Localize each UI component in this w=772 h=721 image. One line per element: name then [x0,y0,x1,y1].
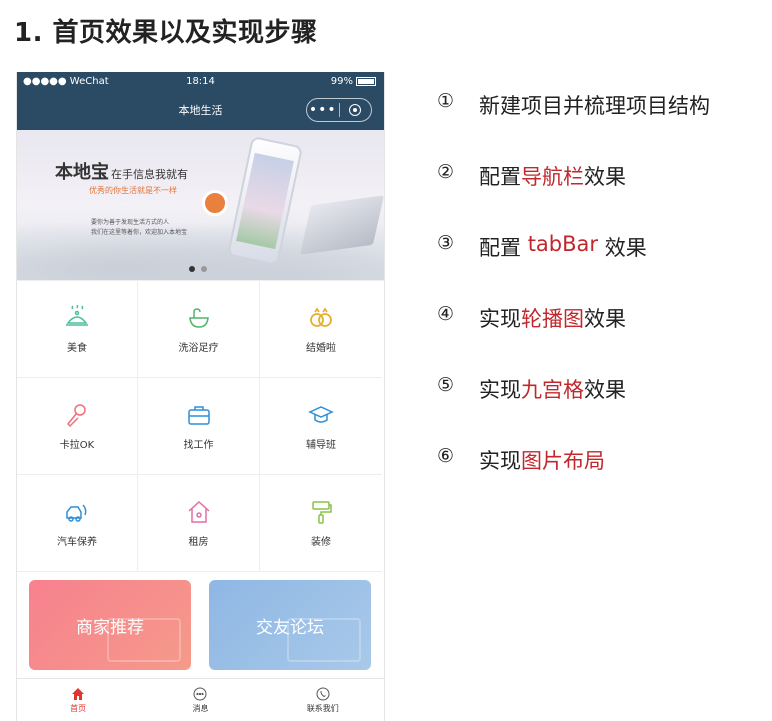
step-text: 配置 [479,165,521,189]
tab-label: 联系我们 [306,703,339,713]
steps-list: ① 新建项目并梳理项目结构 ② 配置 导航栏 效果 ③ 配置 tabBar 效果 ④… [437,90,710,516]
banner-desc-line: 我们在这里等着你，欢迎加入本地宝 [91,229,188,236]
step-item: ② 配置 导航栏 效果 [437,161,710,232]
grid-item-food[interactable]: 美食 [17,281,138,378]
grid-item-rent[interactable]: 租房 [138,475,260,572]
grid-item-label: 洗浴足疗 [178,342,219,354]
rings-icon [310,306,332,327]
step-item: ① 新建项目并梳理项目结构 [437,90,710,161]
step-number: ① [437,90,455,112]
step-number: ⑥ [437,445,455,467]
grid-item-wedding[interactable]: 结婚啦 [260,281,382,378]
step-number: ⑤ [437,374,455,396]
home-icon [72,687,85,700]
paint-roller-icon [312,500,332,524]
grid-item-label: 卡拉OK [59,439,95,451]
banner-title: 本地宝 在手信息我就有 [55,158,188,184]
grid-item-label: 结婚啦 [306,342,336,354]
people-decoration [287,618,361,662]
battery-indicator: 99% [331,76,376,87]
banner-description: 要你为善于发现生活方式的人 我们在这里等着你，欢迎加入本地宝 [91,218,187,238]
banner-subtitle: 优秀的你生活就是不一样 [89,186,177,195]
status-bar: ●●●●● WeChat 18:14 99% [17,76,384,90]
more-button[interactable]: ••• [307,101,339,119]
step-text: 实现 [479,449,521,473]
grid-item-label: 租房 [188,536,209,548]
indicator-dot[interactable] [201,266,207,272]
target-icon [349,104,362,116]
briefcase-icon [187,405,210,425]
step-text: 配置 [479,236,528,260]
indicator-dot-active[interactable] [189,266,195,272]
step-highlight: 轮播图 [521,307,584,331]
coffee-cup-image [202,190,228,216]
grid-item-job[interactable]: 找工作 [138,378,260,475]
close-miniprogram-button[interactable] [340,104,372,116]
graduation-cap-icon [308,405,334,423]
phone-icon [316,687,330,700]
page-title: 1. 首页效果以及实现步骤 [14,18,318,48]
banner-title-small: 在手信息我就有 [111,168,188,181]
step-text: 新建项目并梳理项目结构 [479,94,710,118]
step-highlight: 图片布局 [521,449,605,473]
storefront-decoration [107,618,181,662]
step-highlight: tabBar [527,232,599,256]
grid-item-tutoring[interactable]: 辅导班 [260,378,382,475]
grid-item-car-care[interactable]: 汽车保养 [17,475,138,572]
swiper-indicator [189,266,207,272]
step-number: ③ [437,232,455,254]
banner-title-main: 本地宝 [55,162,109,183]
grid-item-decoration[interactable]: 装修 [260,475,382,572]
step-item: ③ 配置 tabBar 效果 [437,232,710,303]
grid-item-label: 辅导班 [306,439,336,451]
grid-item-label: 汽车保养 [57,536,97,548]
grid-item-label: 装修 [311,536,331,548]
step-item: ④ 实现 轮播图 效果 [437,303,710,374]
tab-label: 首页 [70,703,87,713]
microphone-icon [66,403,86,427]
step-item: ⑤ 实现 九宫格 效果 [437,374,710,445]
friends-forum-card[interactable]: 交友论坛 [209,580,371,670]
tab-label: 消息 [192,703,209,713]
step-item: ⑥ 实现 图片布局 [437,445,710,516]
car-icon [66,503,87,522]
grid-item-bath[interactable]: 洗浴足疗 [138,281,260,378]
phone-mockup: ●●●●● WeChat 18:14 99% 本地生活 ••• 本地宝 在手信息我… [16,72,385,721]
navigation-bar: ●●●●● WeChat 18:14 99% 本地生活 ••• [17,72,384,130]
step-text: 实现 [479,307,521,331]
step-number: ④ [437,303,455,325]
step-text-suffix: 效果 [584,165,626,189]
image-layout: 商家推荐 交友论坛 [17,572,384,670]
status-time: 18:14 [186,76,215,87]
battery-percent: 99% [330,76,353,87]
tab-messages[interactable]: 消息 [139,679,261,721]
bath-icon [188,307,209,328]
merchant-recommend-card[interactable]: 商家推荐 [29,580,191,670]
food-icon [66,304,88,326]
step-text-suffix: 效果 [584,307,626,331]
step-text-suffix: 效果 [598,236,647,260]
banner-desc-line: 要你为善于发现生活方式的人 [91,219,170,226]
nine-grid: 美食 洗浴足疗 结婚啦 卡拉OK 找工作 辅导班 汽车保养 租房 装修 [17,280,384,572]
grid-item-karaoke[interactable]: 卡拉OK [17,378,138,475]
grid-item-label: 找工作 [183,439,214,451]
tab-bar: 首页 消息 联系我们 [17,678,384,721]
battery-icon [356,76,376,86]
step-text: 实现 [479,378,521,402]
house-icon [187,500,210,523]
message-icon [193,687,207,700]
swiper-banner[interactable]: 本地宝 在手信息我就有 优秀的你生活就是不一样 要你为善于发现生活方式的人 我们在… [17,130,384,280]
step-highlight: 九宫格 [521,378,584,402]
miniprogram-capsule: ••• [306,98,372,122]
step-text-suffix: 效果 [584,378,626,402]
tab-home[interactable]: 首页 [17,679,139,721]
grid-item-label: 美食 [67,342,87,354]
tab-contact[interactable]: 联系我们 [262,679,384,721]
step-highlight: 导航栏 [521,165,584,189]
step-number: ② [437,161,455,183]
